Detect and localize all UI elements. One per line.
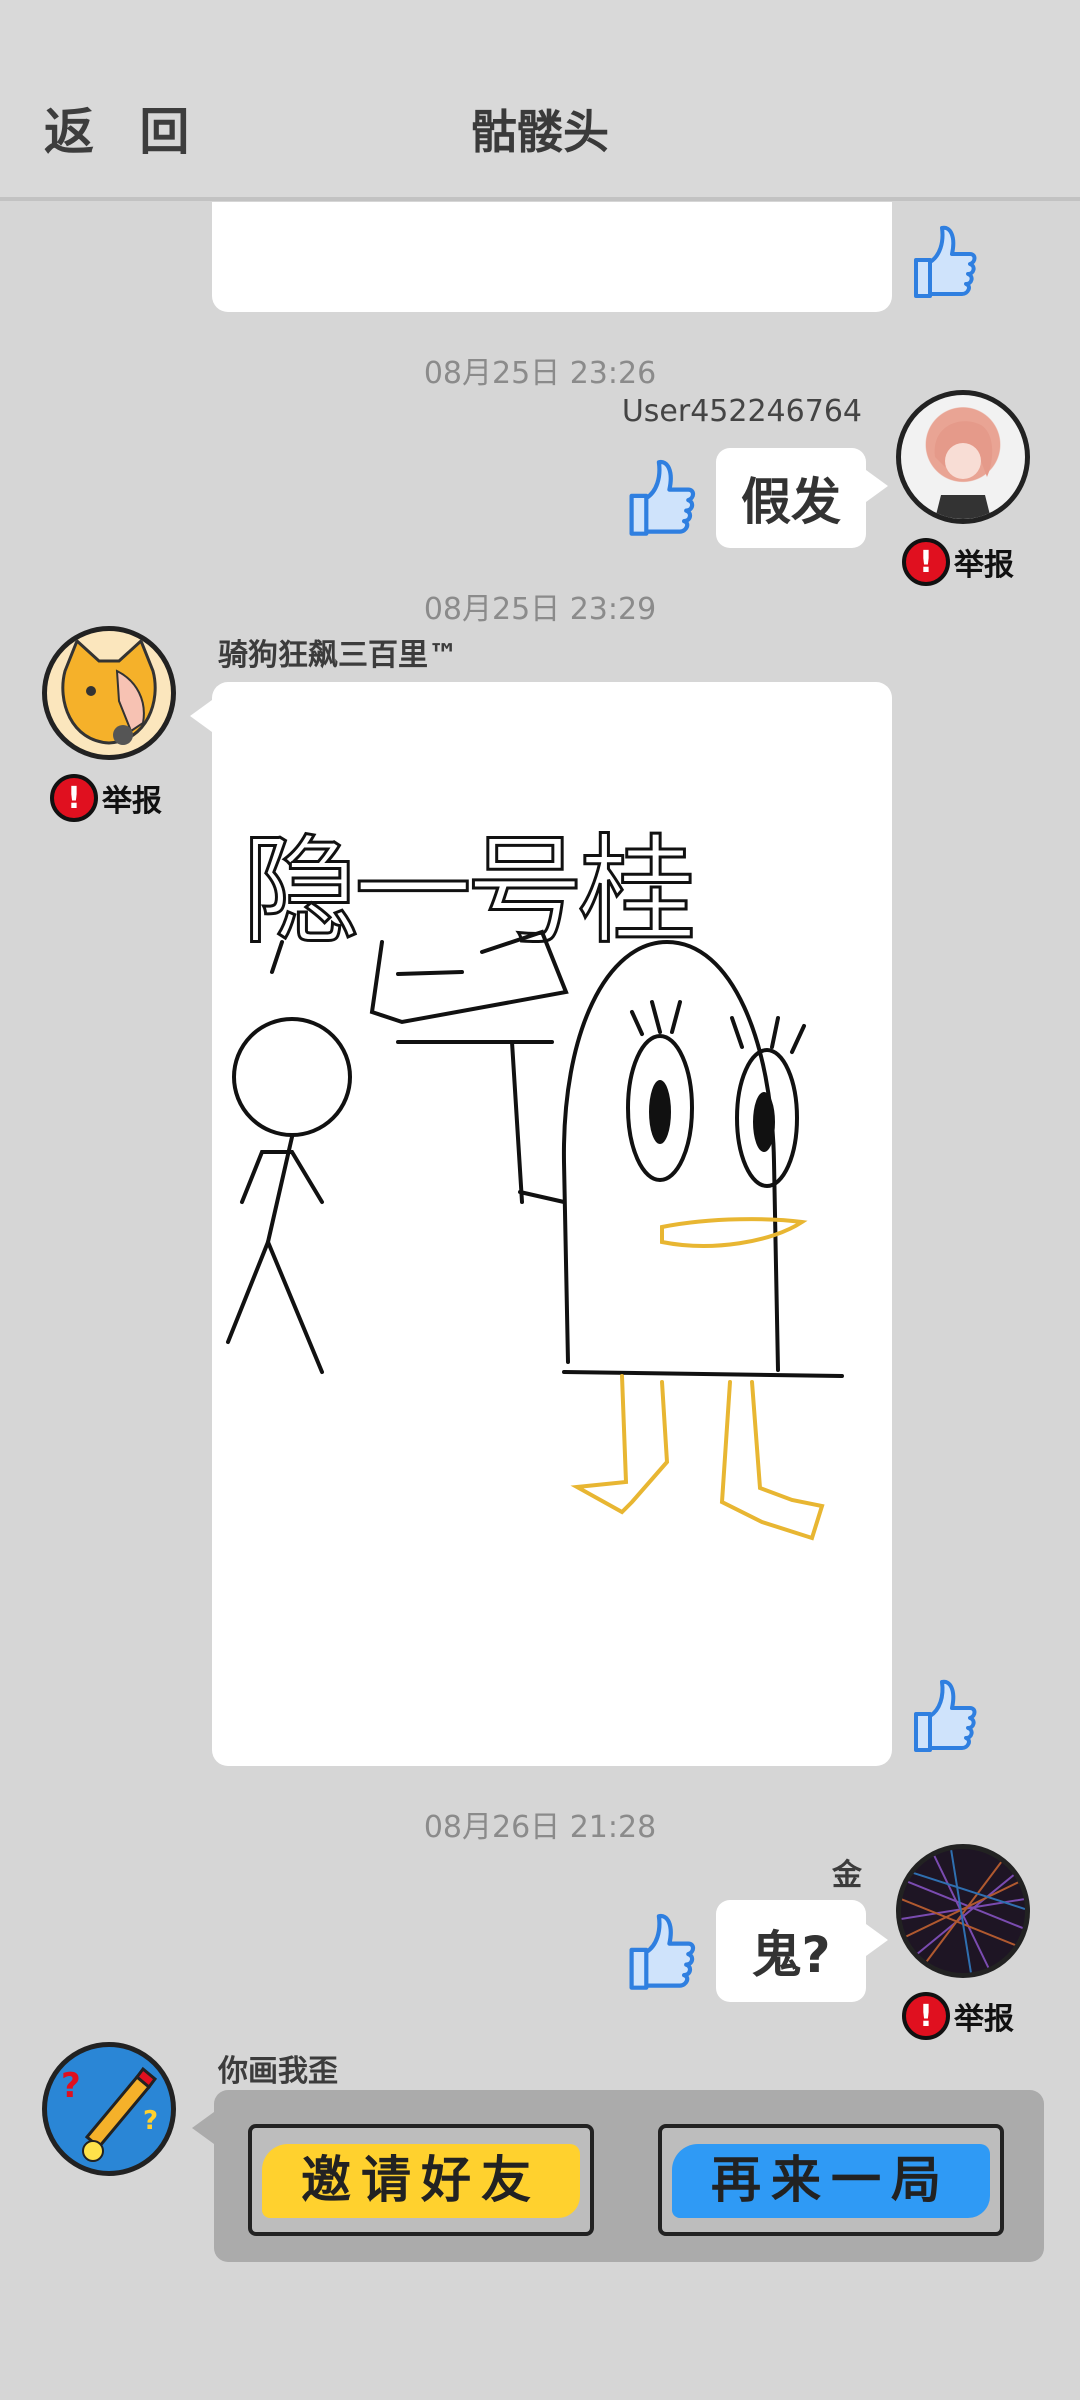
report-label: 举报 bbox=[102, 784, 162, 819]
play-again-button[interactable]: 再来一局 bbox=[658, 2124, 1004, 2236]
avatar[interactable]: ? ? bbox=[42, 2042, 176, 2176]
bubble-tail bbox=[190, 700, 212, 732]
doodle-drawing: 隐一号桂 bbox=[226, 821, 844, 1541]
sender-name: 你画我歪 bbox=[218, 2054, 338, 2089]
thumbs-up-icon[interactable] bbox=[624, 1910, 698, 1994]
report-button[interactable]: ! 举报 bbox=[902, 538, 1014, 586]
avatar-pencil-icon: ? ? bbox=[61, 2066, 158, 2162]
invite-friends-label: 邀请好友 bbox=[301, 2151, 541, 2209]
alert-icon: ! bbox=[50, 774, 98, 822]
avatar-scribble-icon bbox=[901, 1849, 1025, 1973]
alert-icon: ! bbox=[902, 1992, 950, 2040]
thumbs-up-icon[interactable] bbox=[910, 222, 978, 302]
sender-name: 骑狗狂飙三百里™ bbox=[218, 638, 458, 673]
alert-icon: ! bbox=[902, 538, 950, 586]
report-label: 举报 bbox=[954, 548, 1014, 583]
invite-friends-button[interactable]: 邀请好友 bbox=[248, 2124, 594, 2236]
message-timestamp: 08月25日 23:29 bbox=[423, 592, 657, 627]
avatar[interactable] bbox=[42, 626, 176, 760]
report-button[interactable]: ! 举报 bbox=[50, 774, 162, 822]
bubble-tail bbox=[866, 1924, 888, 1956]
report-button[interactable]: ! 举报 bbox=[902, 1992, 1014, 2040]
svg-text:?: ? bbox=[143, 2106, 158, 2136]
bubble-tail bbox=[866, 470, 888, 502]
bubble-tail bbox=[192, 2112, 214, 2144]
svg-text:?: ? bbox=[61, 2066, 81, 2106]
thumbs-up-icon[interactable] bbox=[910, 1676, 978, 1756]
avatar-girl-icon bbox=[934, 421, 993, 519]
drawing-card[interactable]: 隐一号桂 bbox=[212, 682, 892, 1766]
message-bubble[interactable]: 假发 bbox=[716, 448, 866, 548]
drawing-card-partial[interactable] bbox=[212, 202, 892, 312]
avatar[interactable] bbox=[896, 390, 1030, 524]
game-action-panel: 邀请好友 再来一局 bbox=[214, 2090, 1044, 2262]
thumbs-up-icon[interactable] bbox=[624, 456, 698, 540]
avatar-cat-icon bbox=[61, 638, 157, 745]
drawing-caption: 隐一号桂 bbox=[242, 822, 692, 960]
sender-name: User452246764 bbox=[621, 394, 862, 429]
message-bubble[interactable]: 鬼? bbox=[716, 1900, 866, 2002]
message-timestamp: 08月26日 21:28 bbox=[423, 1810, 657, 1845]
report-label: 举报 bbox=[954, 2002, 1014, 2037]
sender-name: 金 bbox=[832, 1858, 862, 1893]
message-timestamp: 08月25日 23:26 bbox=[423, 356, 657, 391]
play-again-label: 再来一局 bbox=[711, 2151, 951, 2209]
page-title: 骷髅头 bbox=[471, 105, 609, 159]
avatar[interactable] bbox=[896, 1844, 1030, 1978]
